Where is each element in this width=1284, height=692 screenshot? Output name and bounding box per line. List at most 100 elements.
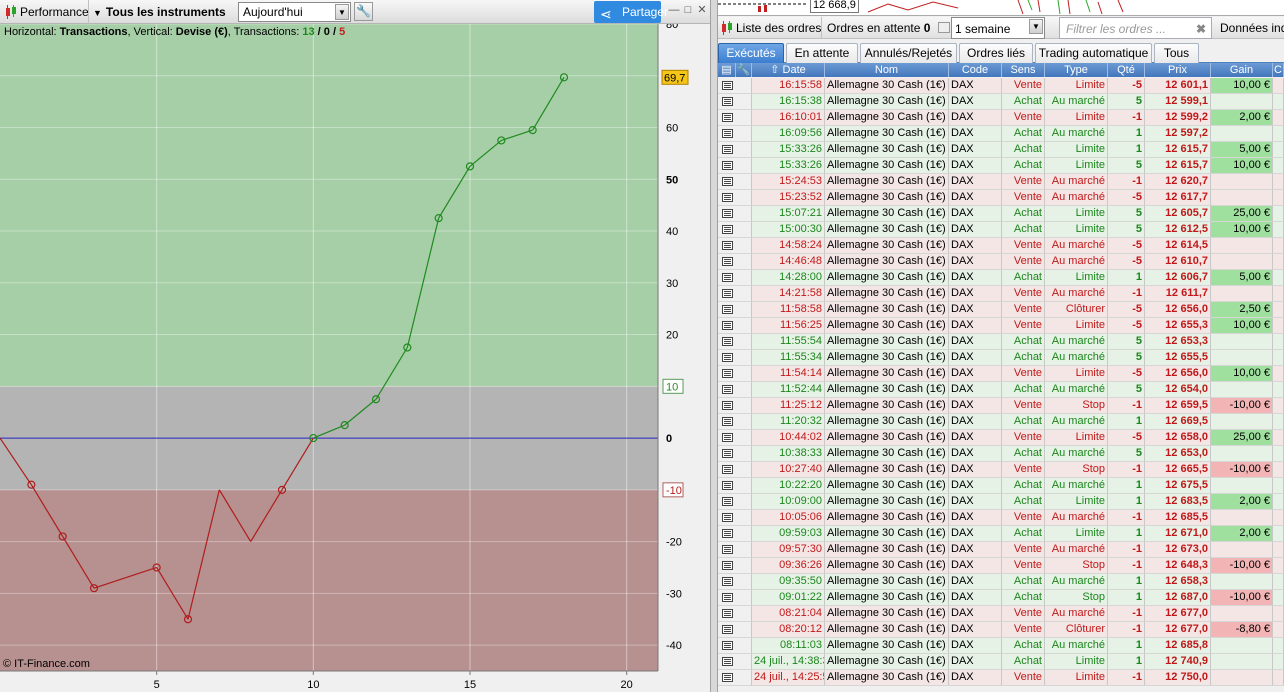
row-details-cell[interactable] — [718, 606, 752, 622]
table-row[interactable]: 08:21:04 Allemagne 30 Cash (1€) DAX Vente Au… — [718, 606, 1284, 622]
row-details-cell[interactable] — [718, 510, 752, 526]
table-row[interactable]: 24 juil., 14:38:35Allemagne 30 Cash (1€)… — [718, 654, 1284, 670]
clear-icon[interactable]: ✖ — [1196, 18, 1206, 40]
table-row[interactable]: 16:15:58 Allemagne 30 Cash (1€) DAX Vente Li… — [718, 78, 1284, 94]
tab-annules-rejetes[interactable]: Annulés/Rejetés — [860, 43, 957, 63]
close-icon[interactable]: ✕ — [696, 4, 708, 17]
row-details-cell[interactable] — [718, 350, 752, 366]
period-select[interactable]: Aujourd'hui ▼ — [238, 2, 351, 22]
table-row[interactable]: 11:55:34 Allemagne 30 Cash (1€) DAX Achat Au… — [718, 350, 1284, 366]
period-select[interactable]: 1 semaine ▼ — [951, 17, 1045, 39]
header-details-icon[interactable]: ▤ — [718, 63, 736, 77]
order-details-icon[interactable] — [722, 193, 733, 202]
row-details-cell[interactable] — [718, 206, 752, 222]
order-details-icon[interactable] — [722, 673, 733, 682]
order-details-icon[interactable] — [722, 465, 733, 474]
table-row[interactable]: 08:11:03 Allemagne 30 Cash (1€) DAX Achat Au… — [718, 638, 1284, 654]
table-row[interactable]: 08:20:12 Allemagne 30 Cash (1€) DAX Vente Cl… — [718, 622, 1284, 638]
table-row[interactable]: 15:23:52 Allemagne 30 Cash (1€) DAX Vente Au… — [718, 190, 1284, 206]
order-details-icon[interactable] — [722, 529, 733, 538]
row-details-cell[interactable] — [718, 158, 752, 174]
row-details-cell[interactable] — [718, 238, 752, 254]
order-details-icon[interactable] — [722, 353, 733, 362]
order-details-icon[interactable] — [722, 417, 733, 426]
order-details-icon[interactable] — [722, 433, 733, 442]
order-details-icon[interactable] — [722, 641, 733, 650]
order-details-icon[interactable] — [722, 177, 733, 186]
order-details-icon[interactable] — [722, 209, 733, 218]
row-details-cell[interactable] — [718, 494, 752, 510]
table-row[interactable]: 09:59:03 Allemagne 30 Cash (1€) DAX Achat Li… — [718, 526, 1284, 542]
table-row[interactable]: 11:52:44 Allemagne 30 Cash (1€) DAX Achat Au… — [718, 382, 1284, 398]
row-details-cell[interactable] — [718, 366, 752, 382]
table-row[interactable]: 16:09:56 Allemagne 30 Cash (1€) DAX Achat Au… — [718, 126, 1284, 142]
order-details-icon[interactable] — [722, 273, 733, 282]
row-details-cell[interactable] — [718, 270, 752, 286]
row-details-cell[interactable] — [718, 110, 752, 126]
order-details-icon[interactable] — [722, 481, 733, 490]
table-row[interactable]: 10:22:20 Allemagne 30 Cash (1€) DAX Achat Au… — [718, 478, 1284, 494]
order-details-icon[interactable] — [722, 609, 733, 618]
table-row[interactable]: 14:58:24 Allemagne 30 Cash (1€) DAX Vente Au… — [718, 238, 1284, 254]
table-row[interactable]: 24 juil., 14:25:52Allemagne 30 Cash (1€)… — [718, 670, 1284, 686]
instruments-dropdown[interactable]: ▼ Tous les instruments — [88, 0, 226, 24]
table-row[interactable]: 15:33:26 Allemagne 30 Cash (1€) DAX Achat Li… — [718, 142, 1284, 158]
order-details-icon[interactable] — [722, 161, 733, 170]
tab-trading-automatique[interactable]: Trading automatique — [1035, 43, 1152, 63]
table-row[interactable]: 11:25:12 Allemagne 30 Cash (1€) DAX Vente St… — [718, 398, 1284, 414]
table-row[interactable]: 15:33:26 Allemagne 30 Cash (1€) DAX Achat Li… — [718, 158, 1284, 174]
header-nom[interactable]: Nom — [825, 63, 949, 77]
order-details-icon[interactable] — [722, 385, 733, 394]
header-gain[interactable]: Gain — [1211, 63, 1273, 77]
order-details-icon[interactable] — [722, 257, 733, 266]
header-date[interactable]: ⇧ Date — [752, 63, 825, 77]
table-row[interactable]: 11:20:32 Allemagne 30 Cash (1€) DAX Achat Au… — [718, 414, 1284, 430]
maximize-icon[interactable]: □ — [682, 4, 694, 17]
table-row[interactable]: 09:35:50 Allemagne 30 Cash (1€) DAX Achat Au… — [718, 574, 1284, 590]
order-details-icon[interactable] — [722, 577, 733, 586]
chevron-down-icon[interactable]: ▼ — [1029, 19, 1043, 34]
row-details-cell[interactable] — [718, 94, 752, 110]
order-details-icon[interactable] — [722, 561, 733, 570]
row-details-cell[interactable] — [718, 590, 752, 606]
row-details-cell[interactable] — [718, 382, 752, 398]
order-details-icon[interactable] — [722, 241, 733, 250]
order-details-icon[interactable] — [722, 545, 733, 554]
order-details-icon[interactable] — [722, 513, 733, 522]
order-details-icon[interactable] — [722, 449, 733, 458]
order-details-icon[interactable] — [722, 369, 733, 378]
row-details-cell[interactable] — [718, 126, 752, 142]
share-button[interactable]: ⋖ Partager — [594, 1, 668, 23]
order-details-icon[interactable] — [722, 305, 733, 314]
order-details-icon[interactable] — [722, 337, 733, 346]
table-row[interactable]: 14:28:00 Allemagne 30 Cash (1€) DAX Achat Li… — [718, 270, 1284, 286]
order-details-icon[interactable] — [722, 81, 733, 90]
table-row[interactable]: 10:27:40 Allemagne 30 Cash (1€) DAX Vente St… — [718, 462, 1284, 478]
row-details-cell[interactable] — [718, 142, 752, 158]
header-wrench-icon[interactable]: 🔧 — [736, 63, 752, 77]
table-row[interactable]: 10:09:00 Allemagne 30 Cash (1€) DAX Achat Li… — [718, 494, 1284, 510]
row-details-cell[interactable] — [718, 670, 752, 686]
row-details-cell[interactable] — [718, 190, 752, 206]
order-details-icon[interactable] — [722, 289, 733, 298]
order-details-icon[interactable] — [722, 321, 733, 330]
panel-splitter[interactable] — [710, 0, 718, 692]
table-row[interactable]: 09:01:22 Allemagne 30 Cash (1€) DAX Achat St… — [718, 590, 1284, 606]
row-details-cell[interactable] — [718, 574, 752, 590]
table-row[interactable]: 11:58:58 Allemagne 30 Cash (1€) DAX Vente Cl… — [718, 302, 1284, 318]
row-details-cell[interactable] — [718, 222, 752, 238]
wrench-icon[interactable]: 🔧 — [354, 2, 373, 21]
table-row[interactable]: 16:15:38 Allemagne 30 Cash (1€) DAX Achat Au… — [718, 94, 1284, 110]
table-row[interactable]: 16:10:01 Allemagne 30 Cash (1€) DAX Vente Li… — [718, 110, 1284, 126]
pending-orders[interactable]: Ordres en attente 0 — [821, 17, 950, 39]
tab-tous[interactable]: Tous — [1154, 43, 1199, 63]
row-details-cell[interactable] — [718, 302, 752, 318]
order-details-icon[interactable] — [722, 129, 733, 138]
table-row[interactable]: 14:21:58 Allemagne 30 Cash (1€) DAX Vente Au… — [718, 286, 1284, 302]
table-row[interactable]: 09:57:30 Allemagne 30 Cash (1€) DAX Vente Au… — [718, 542, 1284, 558]
table-row[interactable]: 15:24:53 Allemagne 30 Cash (1€) DAX Vente Au… — [718, 174, 1284, 190]
order-details-icon[interactable] — [722, 97, 733, 106]
table-row[interactable]: 14:46:48 Allemagne 30 Cash (1€) DAX Vente Au… — [718, 254, 1284, 270]
data-label[interactable]: Données indic — [1220, 17, 1284, 39]
row-details-cell[interactable] — [718, 558, 752, 574]
